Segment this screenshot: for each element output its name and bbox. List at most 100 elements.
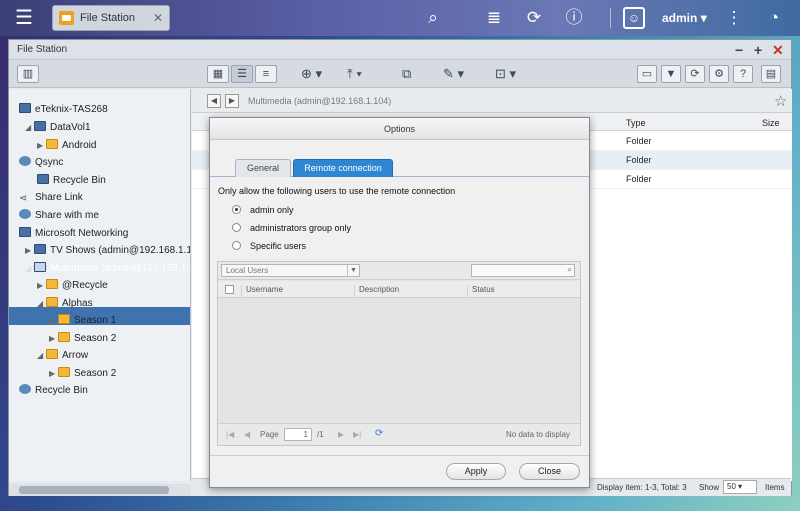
expand-arrow-icon[interactable]: ▶ xyxy=(37,141,46,150)
collapse-arrow-icon[interactable]: ◢ xyxy=(25,264,34,273)
tree-item-label: Multimedia (admin@192.168.1.10 xyxy=(50,263,191,274)
tree-item-share-with-me[interactable]: Share with me xyxy=(19,209,99,226)
list-view-button[interactable]: ☰ xyxy=(231,65,253,83)
tree-item-alphas-season-2[interactable]: ▶ Season 2 xyxy=(49,332,116,349)
tree-item-alphas[interactable]: ◢ Alphas xyxy=(37,297,93,314)
settings-icon[interactable]: ⚙ xyxy=(709,65,729,83)
collapse-arrow-icon[interactable]: ◢ xyxy=(25,123,34,132)
file-station-icon xyxy=(59,11,74,25)
column-type[interactable]: Type xyxy=(626,118,646,128)
filter-icon[interactable]: ▼ xyxy=(661,65,681,83)
more-icon[interactable]: ⋮ xyxy=(722,6,746,30)
page-number-input[interactable]: 1 xyxy=(284,428,312,441)
user-search-input[interactable]: ⌕ xyxy=(471,264,575,277)
search-icon[interactable]: ⌕ xyxy=(568,265,572,275)
forward-button[interactable]: ▶ xyxy=(225,94,239,108)
network-icon[interactable]: ⊡ ▾ xyxy=(495,65,516,83)
user-list-panel: Local Users ▼ ⌕ Username Description Stat… xyxy=(217,261,581,446)
info-icon[interactable]: ⓘ xyxy=(562,6,586,30)
refresh-icon[interactable]: ⟳ xyxy=(375,428,383,439)
current-path: Multimedia (admin@192.168.1.104) xyxy=(248,96,392,106)
radio-button[interactable] xyxy=(232,241,241,250)
collapse-arrow-icon[interactable]: ◢ xyxy=(37,351,46,360)
minimize-icon[interactable]: − xyxy=(735,42,743,58)
expand-arrow-icon[interactable]: ▶ xyxy=(49,334,58,343)
tree-item-microsoft-networking[interactable]: Microsoft Networking xyxy=(19,227,128,244)
user-source-value: Local Users xyxy=(226,266,269,275)
panel-icon[interactable]: ▤ xyxy=(761,65,781,83)
radio-button[interactable] xyxy=(232,205,241,214)
items-label: Items xyxy=(765,483,785,492)
tree-item-share-link[interactable]: ⋖ Share Link xyxy=(19,192,83,209)
sync-icon[interactable]: ⟳ xyxy=(522,6,546,30)
column-description[interactable]: Description xyxy=(354,285,467,297)
tab-general[interactable]: General xyxy=(235,159,291,177)
tree-item-qsync[interactable]: Qsync xyxy=(19,156,63,173)
first-page-icon[interactable]: |◀ xyxy=(226,430,234,439)
refresh-icon[interactable]: ⟳ xyxy=(685,65,705,83)
tasks-icon[interactable]: ≣ xyxy=(482,6,506,30)
tree-item-android[interactable]: ▶ Android xyxy=(37,139,96,156)
tree-item-arrow[interactable]: ◢ Arrow xyxy=(37,349,88,366)
tree-item-multimedia[interactable]: ◢ Multimedia (admin@192.168.1.10 xyxy=(25,262,191,279)
empty-message: No data to display xyxy=(506,430,571,439)
user-menu[interactable]: admin ▾ xyxy=(662,11,707,25)
expand-arrow-icon[interactable]: ▶ xyxy=(37,281,46,290)
radio-administrators-group[interactable]: administrators group only xyxy=(232,223,351,237)
tree-item-recycle-bin[interactable]: Recycle Bin xyxy=(19,384,88,401)
copy-icon[interactable]: ⧉ xyxy=(402,65,411,83)
tree-item-nas[interactable]: eTeknix-TAS268 xyxy=(19,103,108,120)
close-window-icon[interactable]: ✕ xyxy=(772,42,784,59)
apply-button[interactable]: Apply xyxy=(446,463,506,480)
tree-item-recycle[interactable]: ▶ @Recycle xyxy=(37,279,108,296)
tools-icon[interactable]: ✎ ▾ xyxy=(443,65,464,83)
tree-item-alphas-season-1[interactable]: ▶ Season 1 xyxy=(49,314,116,331)
thumbnail-view-button[interactable]: ▦ xyxy=(207,65,229,83)
chevron-down-icon: ▾ xyxy=(700,11,707,25)
radio-admin-only[interactable]: admin only xyxy=(232,205,294,219)
detail-view-button[interactable]: ≡ xyxy=(255,65,277,83)
radio-button[interactable] xyxy=(232,223,241,232)
radio-label: Specific users xyxy=(250,241,307,251)
column-status[interactable]: Status xyxy=(467,285,577,297)
next-page-icon[interactable]: ▶ xyxy=(338,430,344,439)
close-icon[interactable]: ✕ xyxy=(153,11,163,25)
upload-icon[interactable]: ⤒ ▾ xyxy=(347,65,362,83)
maximize-icon[interactable]: + xyxy=(754,42,762,58)
file-station-tab[interactable]: File Station ✕ xyxy=(52,5,170,31)
media-icon[interactable]: ▭ xyxy=(637,65,657,83)
chevron-down-icon[interactable]: ▼ xyxy=(347,265,359,276)
sidebar-scrollbar[interactable] xyxy=(9,484,191,496)
create-icon[interactable]: ⊕ ▾ xyxy=(301,65,322,83)
tree-item-arrow-season-2[interactable]: ▶ Season 2 xyxy=(49,367,116,384)
dashboard-icon[interactable]: ◔ xyxy=(762,6,786,30)
column-size[interactable]: Size xyxy=(762,118,780,128)
expand-arrow-icon[interactable]: ▶ xyxy=(49,316,58,325)
page-size-select[interactable]: 50 ▾ xyxy=(723,480,757,494)
collapse-arrow-icon[interactable]: ◢ xyxy=(37,299,46,308)
expand-arrow-icon[interactable]: ▶ xyxy=(25,246,34,255)
last-page-icon[interactable]: ▶| xyxy=(353,430,361,439)
favorite-star-icon[interactable]: ☆ xyxy=(774,92,787,110)
toggle-sidebar-button[interactable]: ▥ xyxy=(17,65,39,83)
tree-item-label: Alphas xyxy=(62,298,93,309)
tree-item-tv-shows[interactable]: ▶ TV Shows (admin@192.168.1.105 xyxy=(25,244,190,261)
user-source-select[interactable]: Local Users ▼ xyxy=(221,264,360,277)
close-button[interactable]: Close xyxy=(519,463,580,480)
prev-page-icon[interactable]: ◀ xyxy=(244,430,250,439)
select-all-checkbox[interactable] xyxy=(225,285,234,294)
scrollbar-thumb[interactable] xyxy=(19,486,169,494)
column-username[interactable]: Username xyxy=(241,285,354,297)
back-button[interactable]: ◀ xyxy=(207,94,221,108)
radio-specific-users[interactable]: Specific users xyxy=(232,241,306,255)
folder-tree: eTeknix-TAS268 ◢ DataVol1 ▶ Android Qsync … xyxy=(9,89,191,481)
tree-item-datavol1[interactable]: ◢ DataVol1 xyxy=(25,121,91,138)
tab-remote-connection[interactable]: Remote connection xyxy=(293,159,393,177)
expand-arrow-icon[interactable]: ▶ xyxy=(49,369,58,378)
help-icon[interactable]: ? xyxy=(733,65,753,83)
search-icon[interactable]: ⌕ xyxy=(421,6,445,30)
main-menu-icon[interactable]: ☰ xyxy=(10,4,38,32)
options-dialog: Options General Remote connection Only a… xyxy=(209,117,590,488)
user-icon[interactable]: ☺ xyxy=(623,7,645,29)
tree-item-qsync-recycle[interactable]: Recycle Bin xyxy=(37,174,106,191)
